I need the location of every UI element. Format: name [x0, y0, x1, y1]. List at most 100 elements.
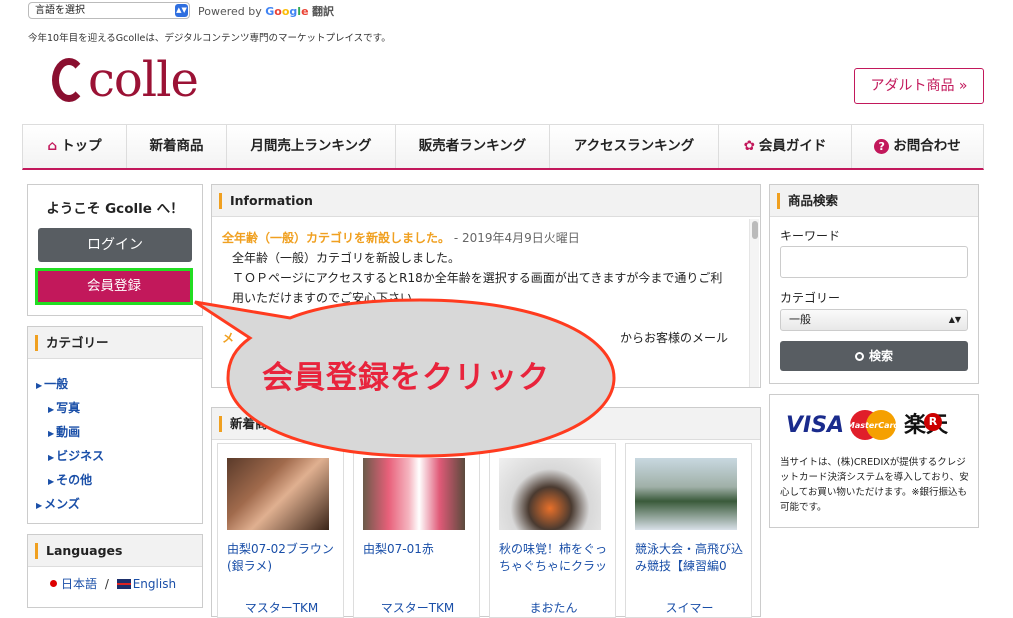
product-title[interactable]: 由梨07-02ブラウン(銀ラメ): [227, 541, 339, 575]
keyword-input[interactable]: [780, 246, 968, 278]
triangle-right-icon: ▶: [48, 453, 55, 462]
rakuten-logo: 楽天 R: [904, 407, 948, 439]
uk-flag-icon: [116, 579, 131, 589]
new-products-heading: 新着商品: [212, 408, 760, 440]
product-seller[interactable]: まおたん: [490, 599, 617, 616]
english-link[interactable]: English: [133, 577, 176, 591]
category-label: カテゴリー: [780, 291, 841, 305]
product-thumbnail[interactable]: [227, 458, 329, 530]
product-seller[interactable]: スイマー: [626, 599, 753, 616]
chevron-updown-icon: ▲▼: [175, 4, 188, 17]
mastercard-logo: MasterCard: [848, 410, 898, 440]
language-select[interactable]: 言語を選択 ▲▼: [28, 2, 190, 19]
category-select[interactable]: 一般 ▲▼: [780, 309, 968, 331]
triangle-right-icon: ▶: [48, 429, 55, 438]
product-title[interactable]: 由梨07-01赤: [363, 541, 475, 558]
category-item-mens[interactable]: ▶ メンズ: [36, 495, 80, 512]
google-letter: e: [301, 5, 309, 18]
category-label: その他: [56, 473, 93, 487]
adult-products-button[interactable]: アダルト商品 »: [854, 68, 984, 104]
nav-label: 販売者ランキング: [418, 138, 527, 154]
product-thumbnail[interactable]: [363, 458, 465, 530]
product-seller[interactable]: マスターTKM: [218, 599, 345, 616]
nav-label: お問合わせ: [893, 138, 961, 154]
category-label: 一般: [44, 377, 69, 391]
info-entry-title-partial[interactable]: メ: [222, 331, 234, 345]
scrollbar-thumb[interactable]: [752, 221, 758, 239]
login-button[interactable]: ログイン: [38, 228, 192, 262]
chevron-updown-icon: ▲▼: [948, 315, 961, 324]
triangle-right-icon: ▶: [48, 405, 55, 414]
category-item-other[interactable]: ▶ その他: [48, 471, 92, 488]
category-item-general[interactable]: ▶ 一般: [36, 375, 68, 392]
question-icon: ?: [874, 139, 890, 154]
product-seller[interactable]: マスターTKM: [354, 599, 481, 616]
nav-top[interactable]: ⌂ トップ: [23, 125, 127, 168]
search-button[interactable]: 検索: [780, 341, 968, 371]
info-line-partial: からお客様のメール: [620, 331, 729, 345]
payment-description: 当サイトは、(株)CREDIXが提供するクレジットカード決済システムを導入してお…: [780, 457, 969, 513]
languages-heading: Languages: [28, 535, 202, 567]
info-line: ＴＯＰページにアクセスするとR18か全年齢を選択する画面が出てきますが今まで通り…: [232, 271, 723, 285]
nav-contact[interactable]: ? お問合わせ: [852, 125, 983, 168]
product-thumbnail[interactable]: [635, 458, 737, 530]
home-icon: ⌂: [47, 138, 58, 154]
category-label: 動画: [56, 425, 81, 439]
category-label: 写真: [56, 401, 81, 415]
category-select-value: 一般: [789, 313, 811, 326]
languages-panel: Languages 日本語 / English: [27, 534, 203, 608]
product-title[interactable]: 競泳大会・高飛び込み競技【練習編0: [635, 541, 747, 575]
info-entry-title[interactable]: 全年齢（一般）カテゴリを新設しました。: [222, 231, 450, 245]
nav-access-ranking[interactable]: アクセスランキング: [550, 125, 719, 168]
product-card[interactable]: 秋の味覚！柿をぐっちゃぐちゃにクラッ まおたん: [489, 443, 616, 618]
callout-text: 会員登録をクリック: [262, 360, 550, 396]
main-nav: ⌂ トップ 新着商品 月間売上ランキング 販売者ランキング アクセスランキング ✿…: [22, 124, 984, 170]
info-line: 全年齢（一般）カテゴリを新設しました。: [232, 251, 461, 265]
product-thumbnail[interactable]: [499, 458, 601, 530]
japan-flag-icon: [50, 580, 57, 587]
google-letter: G: [265, 5, 275, 18]
nav-monthly-sales-ranking[interactable]: 月間売上ランキング: [227, 125, 396, 168]
nav-member-guide[interactable]: ✿ 会員ガイド: [719, 125, 852, 168]
search-icon: [854, 352, 864, 361]
product-card[interactable]: 由梨07-01赤 マスターTKM: [353, 443, 480, 618]
product-card[interactable]: 由梨07-02ブラウン(銀ラメ) マスターTKM: [217, 443, 344, 618]
translate-link[interactable]: 翻訳: [312, 5, 334, 18]
category-item-business[interactable]: ▶ ビジネス: [48, 447, 104, 464]
keyword-label: キーワード: [780, 229, 841, 243]
category-item-video[interactable]: ▶ 動画: [48, 423, 80, 440]
register-button[interactable]: 会員登録: [35, 268, 193, 305]
nav-new-products[interactable]: 新着商品: [127, 125, 227, 168]
triangle-right-icon: ▶: [48, 477, 55, 486]
category-label: ビジネス: [56, 449, 105, 463]
info-scrollbar[interactable]: [749, 219, 759, 387]
product-card[interactable]: 競泳大会・高飛び込み競技【練習編0 スイマー: [625, 443, 752, 618]
nav-seller-ranking[interactable]: 販売者ランキング: [396, 125, 550, 168]
japanese-link[interactable]: 日本語: [61, 577, 97, 591]
welcome-panel: ようこそ Gcolle へ！ ログイン 会員登録: [27, 184, 203, 316]
category-panel: カテゴリー ▶ 一般 ▶ 写真 ▶ 動画 ▶ ビジネス ▶ その他 ▶ メンズ: [27, 326, 203, 524]
welcome-title: ようこそ Gcolle へ！: [46, 201, 184, 217]
nav-label: 月間売上ランキング: [250, 138, 372, 154]
site-logo[interactable]: colle: [52, 52, 199, 108]
google-letter: o: [274, 5, 282, 18]
nav-label: トップ: [61, 138, 102, 154]
category-heading: カテゴリー: [28, 327, 202, 359]
mastercard-text: MasterCard: [848, 421, 898, 430]
separator: /: [104, 577, 109, 591]
nav-label: アクセスランキング: [573, 138, 695, 154]
language-select-value: 言語を選択: [35, 5, 85, 16]
category-label: メンズ: [44, 497, 80, 511]
info-entry-date: - 2019年4月9日火曜日: [453, 231, 580, 245]
visa-logo: VISA: [786, 413, 845, 438]
product-title[interactable]: 秋の味覚！柿をぐっちゃぐちゃにクラッ: [499, 541, 611, 575]
rakuten-r-icon: R: [924, 413, 942, 431]
nav-label: 会員ガイド: [758, 138, 827, 154]
search-button-label: 検索: [868, 349, 893, 363]
powered-by-google: Powered by Google 翻訳: [198, 3, 334, 19]
site-tagline: 今年10年目を迎えるGcolleは、デジタルコンテンツ専門のマーケットプレイスで…: [28, 33, 391, 44]
gift-icon: ✿: [743, 138, 755, 154]
category-item-photo[interactable]: ▶ 写真: [48, 399, 80, 416]
triangle-right-icon: ▶: [36, 381, 43, 390]
powered-by-label: Powered by: [198, 5, 262, 18]
